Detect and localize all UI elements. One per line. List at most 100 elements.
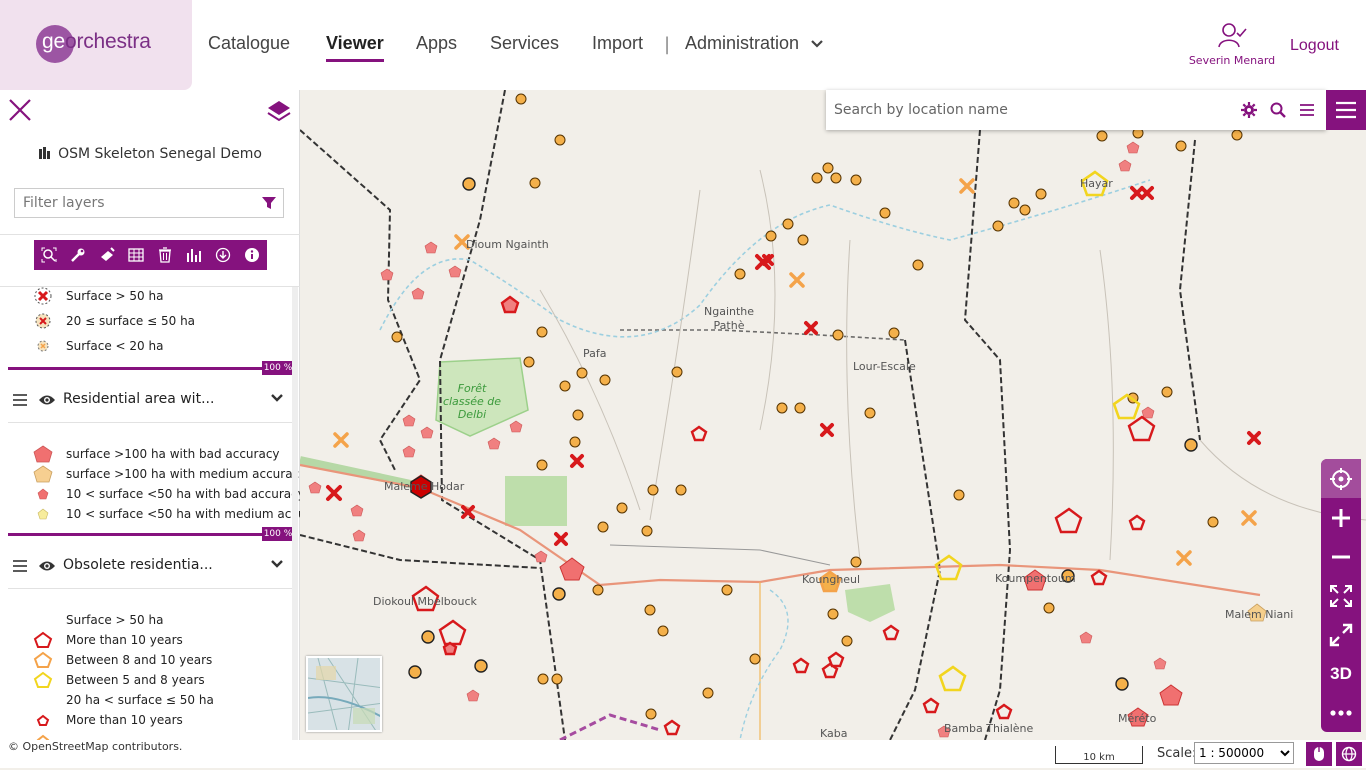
legend-item: surface >100 ha with bad accuracy — [30, 445, 280, 463]
close-icon[interactable] — [7, 97, 33, 123]
info-icon[interactable] — [237, 240, 266, 270]
pentagon-orange-big-icon — [30, 465, 56, 483]
legend-label: 10 < surface <50 ha with bad accuracy — [66, 487, 300, 501]
legend-item: Between 5 and 8 years — [30, 671, 205, 689]
logout-link[interactable]: Logout — [1290, 37, 1339, 55]
outline-red-small-pentagon-icon — [30, 711, 56, 729]
3d-button[interactable]: 3D — [1321, 654, 1361, 693]
layers-icon[interactable] — [266, 98, 292, 124]
outline-orange-small-pentagon-icon — [30, 731, 56, 740]
locate-button[interactable] — [1321, 459, 1361, 498]
scale-select[interactable]: 1 : 500000 — [1194, 742, 1294, 764]
attribute-table-icon[interactable] — [121, 240, 150, 270]
map-title: OSM Skeleton Senegal Demo — [0, 146, 300, 162]
outline-yellow-pentagon-icon — [30, 671, 56, 689]
attribution: © OpenStreetMap contributors. — [8, 740, 182, 753]
crs-selector-button[interactable] — [1336, 742, 1362, 766]
chevron-down-icon[interactable] — [270, 392, 284, 404]
map-context-icon — [39, 147, 51, 159]
nav-apps[interactable]: Apps — [416, 33, 457, 54]
layer-group-obsolete[interactable]: Obsolete residentia... — [8, 543, 294, 589]
logo-text: georchestra — [42, 30, 151, 53]
legend-label: surface >100 ha with bad accuracy — [66, 447, 280, 461]
location-search-bar — [826, 90, 1326, 130]
search-input[interactable] — [826, 90, 1226, 130]
legend-item — [30, 731, 66, 740]
style-brush-icon[interactable] — [92, 240, 121, 270]
place-label: Diokoul Mbelbouck — [373, 595, 477, 608]
download-icon[interactable] — [208, 240, 237, 270]
fullscreen-button[interactable] — [1321, 615, 1361, 654]
filter-layers-input[interactable] — [15, 189, 255, 217]
park-label: Forêt classée de Delbi — [442, 382, 502, 421]
drag-handle-icon[interactable] — [12, 393, 28, 407]
more-button[interactable] — [1321, 693, 1361, 732]
pentagon-yellow-small-icon — [30, 505, 56, 523]
legend-item: Surface < 20 ha — [30, 337, 163, 355]
nav-import[interactable]: Import — [592, 33, 643, 54]
panel-scrollbar[interactable] — [292, 287, 298, 740]
search-settings-icon[interactable] — [1239, 100, 1259, 120]
nav-separator: | — [664, 34, 671, 55]
osm-link[interactable]: OpenStreetMap — [23, 740, 109, 753]
zoom-in-icon — [1332, 508, 1350, 527]
place-label: Pafa — [583, 347, 607, 360]
delete-icon[interactable] — [150, 240, 179, 270]
nav-administration[interactable]: Administration — [685, 33, 824, 54]
nav-catalogue[interactable]: Catalogue — [208, 33, 290, 54]
legend-label: Surface > 50 ha — [66, 289, 164, 303]
mouse-position-button[interactable] — [1306, 742, 1332, 766]
place-label: Maleme Hodar — [384, 480, 465, 493]
legend-item: Surface > 50 ha — [30, 287, 163, 305]
scale-bar-label: 10 km — [1083, 752, 1115, 763]
legend-item: 10 < surface <50 ha with bad accuracy — [30, 485, 300, 503]
nav-viewer[interactable]: Viewer — [326, 33, 384, 62]
drag-handle-icon[interactable] — [12, 559, 28, 573]
search-icon[interactable] — [1268, 100, 1288, 120]
filter-layers-field[interactable] — [14, 188, 284, 218]
opacity-value: 100 % — [262, 527, 294, 541]
map-title-text: OSM Skeleton Senegal Demo — [58, 146, 262, 162]
copyright-symbol: © — [8, 740, 19, 753]
fullscreen-icon — [1329, 623, 1353, 646]
globe-icon — [1341, 746, 1357, 762]
layers-panel: OSM Skeleton Senegal Demo Surface > 50 h… — [0, 90, 300, 740]
eye-icon[interactable] — [38, 393, 56, 407]
settings-wrench-icon[interactable] — [63, 240, 92, 270]
chevron-down-icon[interactable] — [270, 558, 284, 570]
place-label: Méréto — [1118, 712, 1157, 725]
attribution-suffix: contributors. — [112, 740, 183, 753]
georchestra-logo[interactable]: georchestra — [0, 0, 192, 90]
zoom-out-icon — [1332, 555, 1350, 558]
burger-menu-button[interactable] — [1326, 90, 1366, 130]
map-footer: © OpenStreetMap contributors. 10 km Scal… — [0, 740, 1366, 768]
full-extent-button[interactable] — [1321, 576, 1361, 615]
zoom-to-layer-icon[interactable] — [34, 240, 63, 270]
eye-icon[interactable] — [38, 559, 56, 573]
pentagon-red-small-icon — [30, 485, 56, 503]
full-extent-icon — [1330, 584, 1352, 607]
legend-label: More than 10 years — [66, 713, 183, 727]
overview-minimap[interactable] — [306, 656, 382, 732]
nav-services[interactable]: Services — [490, 33, 559, 54]
opacity-slider[interactable] — [8, 533, 294, 536]
layer-group-residential[interactable]: Residential area wit... — [8, 377, 294, 423]
widgets-chart-icon[interactable] — [179, 240, 208, 270]
menu-icon — [1336, 101, 1356, 119]
place-label: Lour-Escale — [853, 360, 916, 373]
place-label: Kaba — [820, 727, 848, 740]
user-account[interactable]: Severin Menard — [1184, 22, 1280, 67]
zoom-in-button[interactable] — [1321, 498, 1361, 537]
place-label: Koungheul — [802, 573, 861, 586]
filter-icon — [262, 197, 276, 209]
opacity-slider[interactable] — [8, 367, 294, 370]
legend-label: 20 ha < surface ≤ 50 ha — [66, 693, 214, 707]
user-check-icon — [1218, 23, 1247, 48]
zoom-out-button[interactable] — [1321, 537, 1361, 576]
outline-orange-pentagon-icon — [30, 651, 56, 669]
legend-label: Between 5 and 8 years — [66, 673, 205, 687]
place-label: Malem Niani — [1225, 608, 1294, 621]
search-menu-icon[interactable] — [1297, 100, 1317, 120]
opacity-value: 100 % — [262, 361, 294, 375]
nav-administration-label: Administration — [685, 33, 800, 53]
